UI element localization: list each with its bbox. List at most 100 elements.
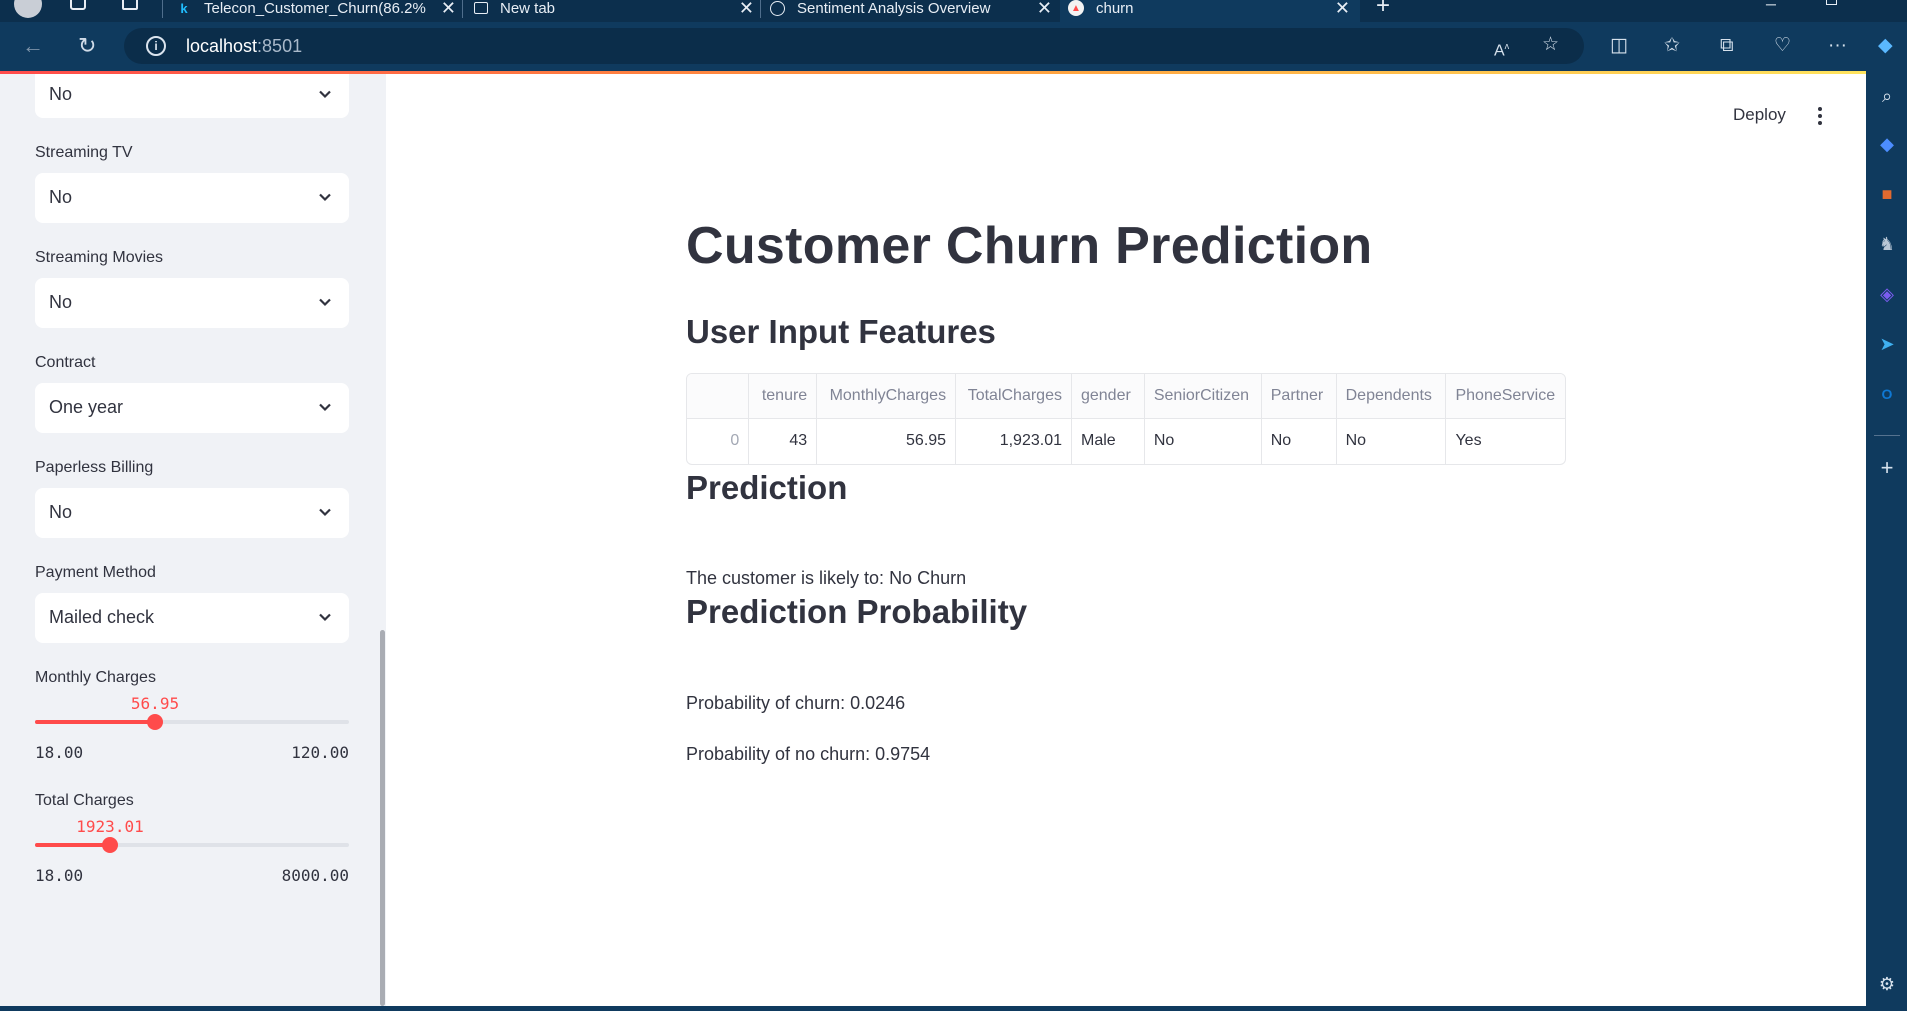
paperless-billing-label: Paperless Billing xyxy=(35,459,154,476)
streaming-tv-select[interactable]: No xyxy=(35,173,349,223)
prediction-heading: Prediction xyxy=(686,469,848,506)
outlook-icon[interactable]: O xyxy=(1876,383,1898,405)
chevron-down-icon xyxy=(319,403,331,412)
close-tab-icon[interactable]: ✕ xyxy=(441,0,456,19)
contract-label: Contract xyxy=(35,354,96,371)
select-value: Mailed check xyxy=(49,607,155,627)
address-bar[interactable]: i localhost:8501 Aʌ ☆ xyxy=(124,28,1584,64)
read-aloud-icon[interactable]: Aʌ xyxy=(1494,35,1509,62)
tab-title: Sentiment Analysis Overview xyxy=(797,0,991,17)
copilot-sidebar-icon[interactable]: ◈ xyxy=(1876,283,1898,305)
send-icon[interactable]: ➤ xyxy=(1876,333,1898,355)
new-tab-plus-icon[interactable]: + xyxy=(1376,0,1390,20)
table-cell[interactable]: 43 xyxy=(748,418,818,464)
prediction-text: The customer is likely to: No Churn xyxy=(686,568,967,588)
table-header[interactable]: Dependents xyxy=(1336,374,1447,419)
input-features-table[interactable]: tenure MonthlyCharges TotalCharges gende… xyxy=(686,373,1566,465)
table-header[interactable]: gender xyxy=(1071,374,1145,419)
table-header[interactable]: PhoneService xyxy=(1445,374,1565,419)
chevron-down-icon xyxy=(319,298,331,307)
monthly-charges-slider[interactable]: 56.95 xyxy=(35,694,349,740)
chevron-down-icon xyxy=(319,613,331,622)
slider-current-value: 56.95 xyxy=(130,694,180,713)
tab-sentiment[interactable]: Sentiment Analysis Overview ✕ xyxy=(770,0,1052,22)
split-screen-icon[interactable]: ◫ xyxy=(1610,35,1628,57)
chatgpt-icon xyxy=(770,0,785,16)
games-icon[interactable]: ♞ xyxy=(1876,233,1898,255)
churn-probability-text: Probability of churn: 0.0246 xyxy=(686,693,906,713)
main-menu-icon[interactable] xyxy=(1818,107,1822,128)
minimize-icon[interactable]: ─ xyxy=(1766,0,1776,12)
table-cell[interactable]: 56.95 xyxy=(816,418,957,464)
settings-gear-icon[interactable]: ⚙ xyxy=(1876,973,1898,995)
paperless-billing-select[interactable]: No xyxy=(35,488,349,538)
sidebar-divider xyxy=(1874,435,1900,436)
slider-fill xyxy=(35,720,155,724)
table-cell[interactable]: No xyxy=(1336,418,1447,464)
refresh-icon[interactable]: ↻ xyxy=(78,34,96,58)
tab-actions-icon[interactable] xyxy=(122,0,138,10)
copilot-icon[interactable]: ◆ xyxy=(1878,35,1893,57)
table-cell[interactable]: Yes xyxy=(1446,418,1565,464)
streaming-tv-label: Streaming TV xyxy=(35,144,133,161)
tab-kaggle[interactable]: k Telecon_Customer_Churn(86.2% ✕ xyxy=(176,0,456,22)
select-value: No xyxy=(49,84,73,104)
total-charges-label: Total Charges xyxy=(35,792,134,809)
streaming-movies-select[interactable]: No xyxy=(35,278,349,328)
profile-avatar[interactable] xyxy=(14,0,42,18)
table-header[interactable]: Partner xyxy=(1261,374,1337,419)
slider-max: 8000.00 xyxy=(281,866,349,885)
slider-thumb[interactable] xyxy=(102,837,118,853)
table-cell[interactable]: Male xyxy=(1071,418,1145,464)
total-charges-slider[interactable]: 1923.01 xyxy=(35,817,349,863)
probability-heading: Prediction Probability xyxy=(686,593,1028,630)
slider-min: 18.00 xyxy=(35,866,84,885)
table-cell[interactable]: 1,923.01 xyxy=(955,418,1072,464)
favorite-star-icon[interactable]: ☆ xyxy=(1542,34,1559,56)
tab-churn[interactable]: ▲ churn ✕ xyxy=(1060,0,1360,22)
table-cell[interactable]: No xyxy=(1261,418,1337,464)
streamlit-icon: ▲ xyxy=(1068,0,1084,16)
table-header[interactable]: TotalCharges xyxy=(955,374,1072,419)
browser-tab-bar: k Telecon_Customer_Churn(86.2% ✕ New tab… xyxy=(0,0,1907,22)
table-header[interactable]: tenure xyxy=(748,374,818,419)
site-info-icon[interactable]: i xyxy=(146,36,166,56)
slider-min: 18.00 xyxy=(35,743,84,762)
restore-icon[interactable] xyxy=(1826,0,1837,5)
favorites-icon[interactable]: ✩ xyxy=(1664,35,1680,57)
table-header-row: tenure MonthlyCharges TotalCharges gende… xyxy=(687,374,1565,419)
tab-title: churn xyxy=(1096,0,1134,17)
contract-select[interactable]: One year xyxy=(35,383,349,433)
table-cell-index[interactable]: 0 xyxy=(687,418,750,464)
workspaces-icon[interactable] xyxy=(70,0,86,10)
shopping-tag-icon[interactable]: ◆ xyxy=(1876,133,1898,155)
collections-icon[interactable]: ⧉ xyxy=(1720,35,1734,57)
tools-icon[interactable]: ■ xyxy=(1876,183,1898,205)
browser-essentials-icon[interactable]: ♡ xyxy=(1774,35,1791,57)
slider-thumb[interactable] xyxy=(147,714,163,730)
select-previous-field[interactable]: No xyxy=(35,74,349,118)
app-viewport: No Streaming TV No Streaming Movies No C… xyxy=(0,71,1866,1006)
table-header[interactable]: SeniorCitizen xyxy=(1144,374,1262,419)
tab-title: Telecon_Customer_Churn(86.2% xyxy=(204,0,426,17)
table-header[interactable]: MonthlyCharges xyxy=(816,374,957,419)
monthly-charges-label: Monthly Charges xyxy=(35,669,156,686)
select-value: One year xyxy=(49,397,124,417)
back-arrow-icon[interactable]: ← xyxy=(22,34,44,58)
search-icon[interactable]: ⌕ xyxy=(1876,85,1898,107)
tab-new-tab[interactable]: New tab ✕ xyxy=(474,0,754,22)
browser-toolbar: ← ↻ i localhost:8501 Aʌ ☆ ◫ ✩ ⧉ ♡ ··· ◆ xyxy=(0,22,1907,71)
sidebar-scrollbar[interactable] xyxy=(380,630,385,1006)
close-tab-icon[interactable]: ✕ xyxy=(739,0,754,19)
newtab-icon xyxy=(474,2,488,14)
close-tab-icon[interactable]: ✕ xyxy=(1335,0,1350,19)
payment-method-select[interactable]: Mailed check xyxy=(35,593,349,643)
table-row: 0 43 56.95 1,923.01 Male No No No Yes xyxy=(687,418,1565,464)
payment-method-label: Payment Method xyxy=(35,564,156,581)
close-tab-icon[interactable]: ✕ xyxy=(1037,0,1052,19)
more-menu-icon[interactable]: ··· xyxy=(1828,35,1847,57)
table-cell[interactable]: No xyxy=(1144,418,1262,464)
slider-max: 120.00 xyxy=(291,743,349,762)
add-icon[interactable]: + xyxy=(1876,457,1898,479)
deploy-button[interactable]: Deploy xyxy=(1733,105,1786,125)
